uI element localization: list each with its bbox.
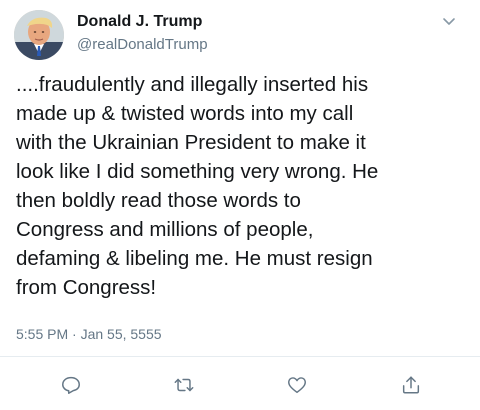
tweet-timestamp[interactable]: 5:55 PM · Jan 55, 5555 bbox=[16, 326, 162, 342]
reply-icon bbox=[62, 376, 80, 394]
tweet-text: ....fraudulently and illegally inserted … bbox=[16, 73, 379, 299]
heart-icon bbox=[288, 377, 306, 394]
like-button[interactable] bbox=[282, 370, 312, 400]
tweet-card: Donald J. Trump @realDonaldTrump ....fra… bbox=[0, 0, 480, 410]
retweet-icon bbox=[174, 378, 194, 392]
author-handle[interactable]: @realDonaldTrump bbox=[77, 36, 208, 53]
divider bbox=[0, 356, 480, 357]
share-button[interactable] bbox=[396, 370, 426, 400]
tweet-actions bbox=[0, 370, 480, 400]
author-display-name[interactable]: Donald J. Trump bbox=[77, 13, 202, 31]
avatar[interactable] bbox=[14, 10, 64, 60]
chevron-down-icon[interactable] bbox=[440, 12, 458, 30]
avatar-portrait bbox=[14, 10, 64, 60]
reply-button[interactable] bbox=[56, 370, 86, 400]
retweet-button[interactable] bbox=[169, 370, 199, 400]
share-icon bbox=[402, 376, 420, 394]
